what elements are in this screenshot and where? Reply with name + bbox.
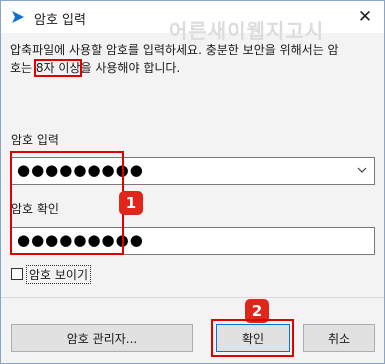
close-button[interactable]: ✕ <box>351 4 379 30</box>
title-bar: 암호 입력 어른새이웹지고시 ✕ <box>1 1 384 43</box>
show-password-checkbox[interactable] <box>11 268 23 280</box>
confirm-masked-value: ●●●●●●●●● <box>17 231 144 249</box>
app-icon <box>12 11 24 23</box>
description-line-1: 압축파일에 사용할 암호를 입력하세요. 충분한 보안을 위해서는 암 <box>10 43 339 57</box>
password-dialog: 암호 입력 어른새이웹지고시 ✕ 압축파일에 사용할 암호를 입력하세요. 충분… <box>0 0 385 364</box>
confirm-label: 암호 확인 <box>11 202 59 216</box>
description-line-2: 호는 8자 이상을 사용해야 합니다. <box>10 59 375 77</box>
step-2-marker: 2 <box>245 299 269 323</box>
password-input[interactable]: ●●●●●●●●● <box>10 157 375 185</box>
ok-button[interactable]: 확인 <box>216 324 290 352</box>
show-password-checkbox-row[interactable]: 암호 보이기 <box>11 264 92 284</box>
watermark-text: 어른새이웹지고시 <box>169 19 325 43</box>
description-suffix: 을 사용해야 합니다. <box>80 61 181 75</box>
separator <box>1 297 384 298</box>
password-label: 암호 입력 <box>11 133 59 147</box>
cancel-button[interactable]: 취소 <box>303 324 375 352</box>
window-title: 암호 입력 <box>34 13 86 28</box>
show-password-label[interactable]: 암호 보이기 <box>26 264 92 284</box>
min-length-highlight: 8자 이상 <box>33 59 83 77</box>
password-masked-value: ●●●●●●●●● <box>17 161 144 179</box>
description-prefix: 호는 <box>10 61 36 75</box>
confirm-password-input[interactable]: ●●●●●●●●● <box>10 227 375 255</box>
password-manager-button[interactable]: 암호 관리자... <box>11 324 193 352</box>
chevron-down-icon[interactable] <box>356 164 368 176</box>
close-icon: ✕ <box>357 7 373 27</box>
description: 압축파일에 사용할 암호를 입력하세요. 충분한 보안을 위해서는 암 호는 8… <box>10 41 375 77</box>
step-1-marker: 1 <box>119 191 143 215</box>
